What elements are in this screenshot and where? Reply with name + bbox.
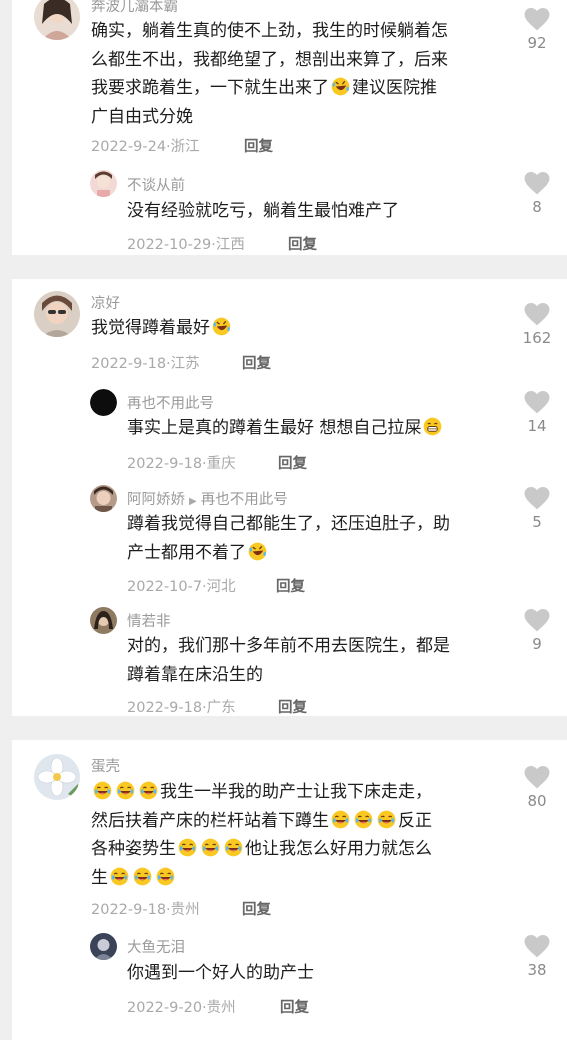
comment-text: 我觉得蹲着最好	[91, 314, 233, 343]
like-count: 5	[532, 513, 542, 531]
comment-text: 确实，躺着生真的使不上劲，我生的时候躺着怎 么都生不出，我都绝望了，想剖出来算了…	[91, 17, 448, 131]
reply-button[interactable]: 回复	[242, 898, 271, 919]
avatar[interactable]	[90, 607, 117, 634]
like-heart-icon[interactable]	[524, 390, 550, 414]
reply-line: 蹲着靠在床沿生的	[127, 664, 263, 685]
laugh-emoji-icon	[93, 781, 112, 800]
reply-username[interactable]: 不谈从前	[127, 174, 185, 195]
laugh-emoji-icon	[224, 838, 243, 857]
like-count: 80	[527, 792, 547, 810]
comment-line: 么都生不出，我都绝望了，想剖出来算了，后来	[91, 49, 448, 70]
comment-line: 我生一半我的助产士让我下床走走，	[91, 778, 432, 807]
reply-button[interactable]: 回复	[278, 452, 307, 473]
like-heart-icon[interactable]	[524, 7, 550, 31]
comment-line: 生	[91, 864, 432, 893]
reply-text: 蹲着我觉得自己都能生了，还压迫肚子，助 产士都用不着了	[127, 510, 450, 567]
reply-username[interactable]: 大鱼无泪	[127, 936, 185, 957]
laugh-emoji-icon	[354, 810, 373, 829]
laugh-emoji-icon	[156, 867, 175, 886]
reply-date-location: 2022-9-18·广东	[127, 700, 236, 716]
like-heart-icon[interactable]	[524, 608, 550, 632]
avatar[interactable]	[90, 170, 117, 197]
avatar[interactable]	[90, 485, 117, 512]
reply-button[interactable]: 回复	[244, 135, 273, 156]
avatar[interactable]	[90, 933, 117, 960]
reply-to-username[interactable]: 再也不用此号	[201, 492, 288, 508]
rofl-emoji-icon	[248, 542, 267, 561]
reply-button[interactable]: 回复	[278, 696, 307, 717]
reply-text: 事实上是真的蹲着生最好 想想自己拉屎	[127, 414, 444, 443]
comment-line: 然后扶着产床的栏杆站着下蹲生 反正	[91, 810, 432, 831]
comment-date-location: 2022-9-18·江苏	[91, 356, 200, 372]
reply-username: 阿阿娇娇 ▶ 再也不用此号	[127, 488, 288, 509]
laugh-emoji-icon	[178, 838, 197, 857]
like-count: 9	[532, 635, 542, 653]
comment-card: 奔波儿灞本霸 确实，躺着生真的使不上劲，我生的时候躺着怎 么都生不出，我都绝望了…	[12, 0, 567, 255]
comment-date-location: 2022-9-18·贵州	[91, 902, 200, 918]
rofl-emoji-icon	[331, 77, 350, 96]
like-count: 8	[532, 198, 542, 216]
comment-username[interactable]: 凉好	[91, 292, 120, 313]
comment-date-location: 2022-9-24·浙江	[91, 139, 200, 155]
like-count: 92	[527, 34, 547, 52]
avatar[interactable]	[34, 291, 80, 337]
comment-username[interactable]: 奔波儿灞本霸	[91, 0, 178, 16]
laugh-emoji-icon	[139, 781, 158, 800]
reply-button[interactable]: 回复	[242, 352, 271, 373]
reply-date-location: 2022-10-29·江西	[127, 237, 245, 253]
reply-arrow-icon: ▶	[189, 496, 197, 507]
comment-line: 确实，躺着生真的使不上劲，我生的时候躺着怎	[91, 21, 448, 41]
grin-emoji-icon	[423, 417, 442, 436]
like-heart-icon[interactable]	[524, 934, 550, 958]
reply-button[interactable]: 回复	[288, 233, 317, 254]
reply-username[interactable]: 情若非	[127, 610, 171, 631]
reply-text: 你遇到一个好人的助产士	[127, 963, 314, 983]
comment-card: 凉好 我觉得蹲着最好 2022-9-18·江苏 回复 162 再也不用此号 事实…	[12, 279, 567, 716]
comment-username[interactable]: 蛋壳	[91, 755, 120, 776]
reply-line: 产士都用不着了	[127, 539, 450, 568]
comment-line: 广自由式分娩	[91, 106, 193, 127]
comment-card: 蛋壳 我生一半我的助产士让我下床走走， 然后扶着产床的栏杆站着下蹲生 反正 各种姿…	[12, 740, 567, 1040]
comment-text: 我生一半我的助产士让我下床走走， 然后扶着产床的栏杆站着下蹲生 反正 各种姿势生他…	[91, 778, 432, 892]
reply-text: 对的，我们那十多年前不用去医院生，都是 蹲着靠在床沿生的	[127, 632, 450, 689]
laugh-emoji-icon	[377, 810, 396, 829]
reply-line: 蹲着我觉得自己都能生了，还压迫肚子，助	[127, 514, 450, 534]
reply-date-location: 2022-9-20·贵州	[127, 1000, 236, 1016]
like-heart-icon[interactable]	[524, 765, 550, 789]
avatar[interactable]	[34, 0, 80, 40]
like-count: 38	[527, 961, 547, 979]
laugh-emoji-icon	[331, 810, 350, 829]
reply-line: 对的，我们那十多年前不用去医院生，都是	[127, 636, 450, 656]
reply-username[interactable]: 阿阿娇娇	[127, 492, 185, 508]
reply-date-location: 2022-9-18·重庆	[127, 456, 236, 472]
laugh-emoji-icon	[116, 781, 135, 800]
like-count: 162	[522, 329, 552, 347]
reply-button[interactable]: 回复	[276, 575, 305, 596]
reply-text: 没有经验就吃亏，躺着生最怕难产了	[127, 201, 399, 221]
like-heart-icon[interactable]	[524, 302, 550, 326]
laugh-emoji-icon	[201, 838, 220, 857]
reply-button[interactable]: 回复	[280, 996, 309, 1017]
comment-line: 我要求跪着生，一下就生出来了 建议医院推	[91, 77, 437, 98]
reply-username[interactable]: 再也不用此号	[127, 392, 214, 413]
avatar[interactable]	[90, 389, 117, 416]
like-heart-icon[interactable]	[524, 486, 550, 510]
comment-line: 各种姿势生 他让我怎么好用力就怎么	[91, 838, 432, 859]
laugh-emoji-icon	[133, 867, 152, 886]
laugh-emoji-icon	[110, 867, 129, 886]
like-count: 14	[527, 417, 547, 435]
rofl-emoji-icon	[212, 317, 231, 336]
avatar[interactable]	[34, 754, 80, 800]
reply-date-location: 2022-10-7·河北	[127, 579, 236, 595]
like-heart-icon[interactable]	[524, 171, 550, 195]
